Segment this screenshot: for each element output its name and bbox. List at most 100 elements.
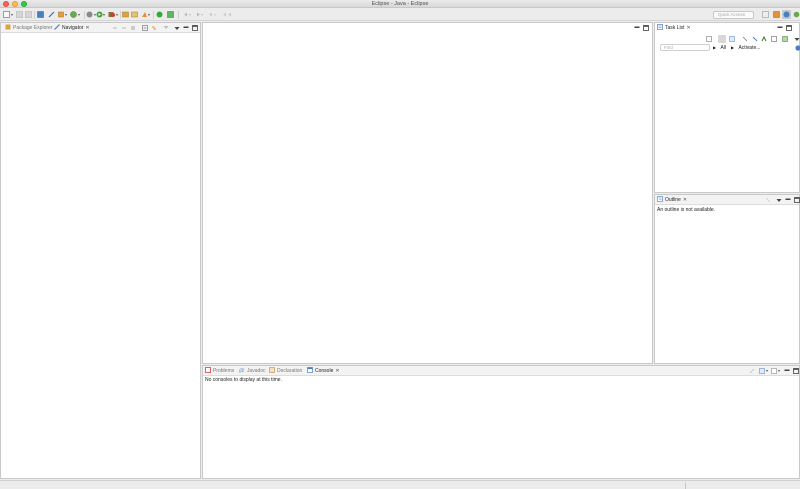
debug-perspective-icon[interactable]: [793, 11, 800, 18]
debug-icon[interactable]: [70, 11, 82, 18]
tab-javadoc[interactable]: @ Javadoc: [239, 367, 266, 375]
view-menu-icon[interactable]: [174, 25, 180, 31]
tab-navigator-label: Navigator: [62, 25, 84, 31]
open-console-icon[interactable]: [771, 368, 780, 374]
minimize-window-button[interactable]: [12, 1, 18, 7]
forward-icon[interactable]: [195, 11, 205, 18]
filter-icon[interactable]: [163, 25, 169, 31]
collapse-icon[interactable]: [771, 36, 777, 42]
outline-panel: Outline ✕ An outline is not available.: [654, 194, 800, 364]
print-icon[interactable]: [37, 11, 44, 18]
view-menu-icon[interactable]: [794, 36, 800, 42]
status-divider: [685, 482, 686, 489]
tab-package-explorer-label: Package Explorer: [13, 25, 53, 31]
history-forward-icon[interactable]: [222, 11, 234, 18]
new-query-icon[interactable]: [782, 36, 788, 42]
save-icon[interactable]: [16, 11, 23, 18]
task-list-panel: Task List ✕ Find ▶ All ▶ Activate...: [654, 22, 800, 193]
tab-declaration-label: Declaration: [277, 368, 303, 374]
run-last-tool-icon[interactable]: [156, 11, 163, 18]
javadoc-icon: @: [239, 367, 245, 374]
display-console-icon[interactable]: [759, 368, 768, 374]
status-bar: [0, 480, 800, 489]
back-icon[interactable]: [183, 11, 193, 18]
tab-package-explorer[interactable]: Package Explorer: [5, 24, 52, 32]
minimize-view-icon[interactable]: [784, 368, 790, 374]
declaration-icon: [269, 367, 275, 373]
save-all-icon[interactable]: [25, 11, 32, 18]
navigator-icon: [54, 24, 60, 30]
quick-access-input[interactable]: Quick Access: [713, 10, 754, 19]
window-title: Eclipse - Java - Eclipse: [371, 1, 429, 7]
up-nav-icon[interactable]: [130, 25, 136, 31]
hide-completed-icon[interactable]: [752, 36, 758, 42]
minimize-editor-icon[interactable]: [634, 25, 640, 31]
java-perspective-icon[interactable]: [782, 10, 791, 19]
navigator-panel: Package Explorer Navigator ✕: [0, 22, 201, 479]
tab-declaration[interactable]: Declaration: [269, 367, 302, 375]
console-empty-message: No consoles to display at this time.: [205, 377, 282, 383]
synchronize-icon[interactable]: [761, 35, 767, 42]
open-perspective-button-icon[interactable]: [762, 11, 769, 18]
tab-outline[interactable]: Outline ✕: [657, 196, 687, 204]
link-with-editor-icon[interactable]: [151, 25, 157, 31]
history-back-icon[interactable]: [208, 11, 218, 18]
console-panel: Problems @ Javadoc Declaration Console ✕ N…: [202, 365, 800, 479]
new-java-project-icon[interactable]: [108, 11, 120, 18]
debug-last-icon[interactable]: [167, 11, 174, 18]
tab-console[interactable]: Console ✕: [307, 367, 340, 375]
minimize-view-icon[interactable]: [183, 25, 189, 31]
tab-javadoc-label: Javadoc: [247, 368, 266, 374]
editor-area: [202, 22, 653, 364]
all-filter-link[interactable]: ▶ All: [713, 44, 726, 52]
maximize-view-icon[interactable]: [786, 25, 792, 31]
external-tools-icon[interactable]: [96, 11, 106, 18]
search-icon[interactable]: [58, 11, 68, 18]
back-nav-icon[interactable]: [112, 25, 118, 31]
maximize-view-icon[interactable]: [794, 197, 800, 203]
focus-icon[interactable]: [742, 36, 748, 42]
tab-task-list[interactable]: Task List ✕: [657, 24, 691, 32]
new-icon[interactable]: [3, 11, 13, 18]
new-task-icon[interactable]: [706, 36, 712, 42]
pin-console-icon[interactable]: [749, 368, 755, 374]
maximize-view-icon[interactable]: [192, 25, 198, 31]
sort-icon[interactable]: [765, 197, 771, 203]
categorized-icon[interactable]: [718, 35, 726, 43]
tab-navigator[interactable]: Navigator ✕: [54, 24, 90, 32]
outline-header: Outline ✕: [655, 195, 800, 205]
maximize-window-button[interactable]: [21, 1, 27, 7]
close-tab-icon[interactable]: ✕: [683, 197, 687, 203]
java-ee-perspective-icon[interactable]: [773, 11, 780, 18]
open-perspective-icon[interactable]: [141, 11, 151, 18]
close-tab-icon[interactable]: ✕: [686, 25, 690, 31]
tab-task-list-label: Task List: [665, 25, 685, 31]
tab-problems[interactable]: Problems: [205, 367, 234, 375]
minimize-view-icon[interactable]: [785, 197, 791, 203]
activate-label: Activate...: [738, 45, 761, 51]
close-window-button[interactable]: [3, 1, 9, 7]
activate-arrow-icon: ▶: [731, 45, 735, 50]
activate-link[interactable]: ▶ Activate...: [731, 44, 760, 52]
maximize-editor-icon[interactable]: [643, 25, 649, 31]
tab-outline-label: Outline: [665, 197, 681, 203]
navigator-panel-header: Package Explorer Navigator ✕: [1, 23, 200, 33]
close-tab-icon[interactable]: ✕: [85, 25, 89, 31]
outline-empty-message: An outline is not available.: [657, 207, 716, 213]
task-find-input[interactable]: Find: [660, 44, 710, 51]
maximize-view-icon[interactable]: [793, 368, 799, 374]
outline-icon: [657, 196, 663, 202]
help-icon[interactable]: [795, 45, 800, 51]
new-class-icon[interactable]: [131, 11, 139, 18]
task-list-icon: [657, 24, 663, 30]
console-panel-header: Problems @ Javadoc Declaration Console ✕: [203, 366, 799, 376]
scheduled-icon[interactable]: [729, 36, 735, 42]
close-tab-icon[interactable]: ✕: [335, 368, 339, 374]
new-package-icon[interactable]: [122, 11, 130, 18]
open-type-icon[interactable]: [48, 11, 55, 18]
view-menu-icon[interactable]: [776, 197, 782, 203]
all-filter-arrow-icon: ▶: [713, 45, 717, 50]
collapse-all-icon[interactable]: [142, 25, 148, 31]
forward-nav-icon[interactable]: [121, 25, 127, 31]
minimize-view-icon[interactable]: [777, 25, 783, 31]
